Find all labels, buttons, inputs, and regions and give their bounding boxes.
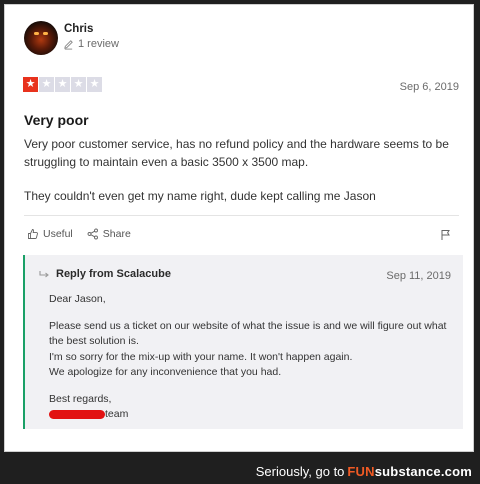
- brand-logo[interactable]: FUN substance .com: [347, 464, 472, 479]
- avatar-detail: [34, 32, 39, 35]
- star-icon: ★: [87, 77, 102, 92]
- review-body: Very poor customer service, has no refun…: [24, 136, 460, 206]
- avatar[interactable]: [24, 21, 58, 55]
- reply-body: Dear Jason, Please send us a ticket on o…: [49, 292, 457, 422]
- review-actions: Useful Share: [27, 228, 131, 240]
- review-title[interactable]: Very poor: [24, 112, 89, 128]
- signature-suffix: team: [105, 408, 129, 421]
- brand-rest: substance: [374, 463, 441, 479]
- review-paragraph: Very poor customer service, has no refun…: [24, 137, 449, 169]
- thumbs-up-icon: [28, 229, 38, 239]
- reply-line: I'm so sorry for the mix-up with your na…: [49, 350, 353, 363]
- share-label: Share: [102, 228, 131, 240]
- review-date: Sep 6, 2019: [399, 81, 459, 93]
- review-count-label: 1 review: [78, 38, 119, 50]
- star-icon: ★: [55, 77, 70, 92]
- reply-line: We apologize for any inconvenience that …: [49, 365, 282, 378]
- reply-line: Please send us a ticket on our website o…: [49, 320, 447, 348]
- redaction-mark: [49, 409, 105, 419]
- reply-arrow-icon: [39, 270, 49, 277]
- useful-label: Useful: [43, 228, 73, 240]
- share-button[interactable]: Share: [87, 228, 131, 240]
- avatar-detail: [43, 32, 48, 35]
- reply-date: Sep 11, 2019: [386, 270, 451, 282]
- reviewer-name[interactable]: Chris: [64, 23, 93, 35]
- star-icon: ★: [71, 77, 86, 92]
- reply-signoff: Best regards,: [49, 393, 112, 406]
- divider: [24, 215, 459, 216]
- company-reply: Reply from Scalacube Sep 11, 2019 Dear J…: [23, 255, 463, 429]
- report-button[interactable]: [440, 228, 451, 246]
- brand-tld: .com: [440, 463, 472, 479]
- star-rating: ★ ★ ★ ★ ★: [23, 77, 102, 92]
- review-count: 1 review: [63, 38, 119, 50]
- reply-header: Reply from Scalacube: [39, 268, 171, 280]
- useful-button[interactable]: Useful: [27, 228, 73, 240]
- reply-signature: team: [49, 407, 457, 422]
- flag-icon: [441, 230, 450, 240]
- star-icon: ★: [39, 77, 54, 92]
- review-card: Chris 1 review ★ ★ ★ ★ ★ Sep 6, 2019 Ver…: [4, 4, 474, 452]
- watermark-footer: Seriously, go to FUN substance .com: [0, 458, 480, 484]
- share-icon: [87, 228, 98, 240]
- reply-greeting: Dear Jason,: [49, 293, 106, 305]
- review-paragraph: They couldn't even get my name right, du…: [24, 189, 376, 203]
- reply-heading: Reply from Scalacube: [56, 268, 171, 280]
- footer-prefix: Seriously, go to: [255, 463, 345, 479]
- star-icon: ★: [23, 77, 38, 92]
- brand-fun: FUN: [347, 463, 375, 479]
- pencil-icon: [64, 39, 73, 50]
